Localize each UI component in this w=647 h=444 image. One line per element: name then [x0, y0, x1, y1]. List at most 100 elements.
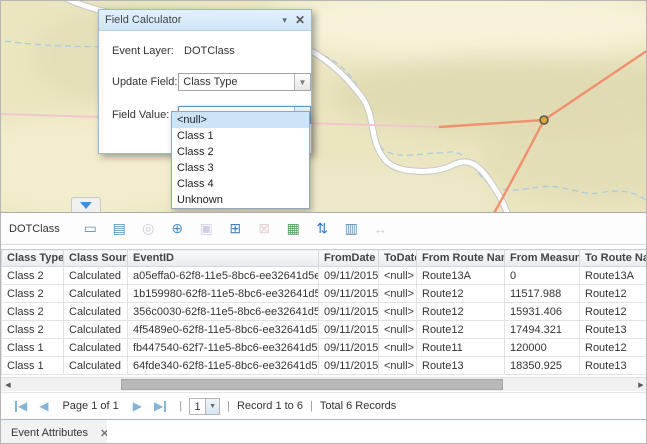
- table-cell: Route13: [417, 357, 505, 375]
- collapse-table-button[interactable]: [71, 197, 101, 212]
- event-point-marker[interactable]: [540, 116, 548, 124]
- event-layer-value: DOTClass: [182, 45, 235, 57]
- app-window: Field Calculator ▾ ✕ Event Layer: DOTCla…: [0, 0, 647, 444]
- table-cell: 356c0030-62f8-11e5-8bc6-ee32641d5ec9: [128, 303, 319, 321]
- pan-to-selected-icon[interactable]: ⊕: [169, 220, 186, 237]
- dialog-title: Field Calculator: [105, 14, 282, 26]
- table-cell: Route11: [417, 339, 505, 357]
- table-cell: 15931.406: [505, 303, 580, 321]
- update-field-value: Class Type: [179, 76, 294, 88]
- field-calculator-icon[interactable]: ⊞: [227, 220, 244, 237]
- table-cell: <null>: [379, 303, 417, 321]
- attribute-form-icon[interactable]: ▥: [343, 220, 360, 237]
- table-row[interactable]: Class 2Calculated356c0030-62f8-11e5-8bc6…: [2, 303, 647, 321]
- previous-page-button[interactable]: ◀: [39, 399, 48, 413]
- table-cell: 17494.321: [505, 321, 580, 339]
- table-body: Class 2Calculateda05effa0-62f8-11e5-8bc6…: [2, 267, 647, 375]
- save-icon: ▣: [198, 220, 215, 237]
- scroll-left-icon[interactable]: ◀: [1, 378, 15, 391]
- update-field-dropdown-button[interactable]: ▼: [294, 74, 310, 90]
- tab-event-attributes[interactable]: Event Attributes ✕: [1, 419, 120, 444]
- horizontal-scrollbar[interactable]: ◀ ▶: [1, 377, 647, 391]
- table-cell: <null>: [379, 285, 417, 303]
- event-layer-label: Event Layer:: [112, 45, 182, 57]
- table-cell: Route12: [580, 339, 647, 357]
- separator: |: [310, 400, 313, 412]
- table-row[interactable]: Class 2Calculated1b159980-62f8-11e5-8bc6…: [2, 285, 647, 303]
- dialog-menu-caret-icon[interactable]: ▾: [282, 15, 287, 26]
- column-header[interactable]: From Measure: [505, 250, 580, 267]
- table-cell: 64fde340-62f8-11e5-8bc6-ee32641d5ec9: [128, 357, 319, 375]
- dropdown-option[interactable]: Class 3: [172, 160, 309, 176]
- table-cell: <null>: [379, 321, 417, 339]
- table-cell: a05effa0-62f8-11e5-8bc6-ee32641d5ec9: [128, 267, 319, 285]
- column-header[interactable]: Class Type: [2, 250, 64, 267]
- select-features-icon[interactable]: ▭: [82, 220, 99, 237]
- table-cell: Calculated: [64, 285, 128, 303]
- table-cell: 11517.988: [505, 285, 580, 303]
- dropdown-option[interactable]: Class 2: [172, 144, 309, 160]
- update-field-label: Update Field:: [112, 76, 178, 88]
- dropdown-option[interactable]: Class 4: [172, 176, 309, 192]
- column-width-icon: ↔: [372, 220, 389, 237]
- table-cell: Calculated: [64, 339, 128, 357]
- table-cell: Class 2: [2, 321, 64, 339]
- scroll-right-icon[interactable]: ▶: [634, 378, 647, 391]
- sort-icon[interactable]: ⇅: [314, 220, 331, 237]
- column-header[interactable]: EventID: [128, 250, 319, 267]
- show-selected-records-icon[interactable]: ▤: [111, 220, 128, 237]
- table-cell: 09/11/2015: [319, 285, 379, 303]
- table-cell: 09/11/2015: [319, 357, 379, 375]
- table-cell: Route12: [580, 285, 647, 303]
- page-number-dropdown-button[interactable]: ▼: [205, 399, 219, 414]
- dialog-close-icon[interactable]: ✕: [295, 13, 305, 27]
- column-header[interactable]: Class Source: [64, 250, 128, 267]
- table-cell: 4f5489e0-62f8-11e5-8bc6-ee32641d5ec9: [128, 321, 319, 339]
- column-header[interactable]: ToDate: [379, 250, 417, 267]
- first-page-button[interactable]: ◀: [15, 399, 27, 413]
- dropdown-option[interactable]: <null>: [172, 112, 309, 128]
- pagination-bar: ◀ ◀ Page 1 of 1 ▶ ▶ | 1 ▼ | Record 1 to …: [1, 392, 647, 419]
- column-header[interactable]: FromDate: [319, 250, 379, 267]
- separator: |: [179, 400, 182, 412]
- table-cell: Route12: [417, 303, 505, 321]
- table-row[interactable]: Class 1Calculated64fde340-62f8-11e5-8bc6…: [2, 357, 647, 375]
- field-value-label: Field Value:: [112, 109, 178, 121]
- table-cell: Route13A: [417, 267, 505, 285]
- clear-selection-icon: ⊠: [256, 220, 273, 237]
- table-cell: Route13A: [580, 267, 647, 285]
- table-row[interactable]: Class 2Calculated4f5489e0-62f8-11e5-8bc6…: [2, 321, 647, 339]
- column-header[interactable]: From Route Name: [417, 250, 505, 267]
- attribute-grid: Class TypeClass SourceEventIDFromDateToD…: [1, 249, 647, 375]
- last-page-button[interactable]: ▶: [154, 399, 166, 413]
- tab-label: Event Attributes: [11, 427, 88, 439]
- first-page-icon: [15, 401, 17, 412]
- column-header[interactable]: To Route Name: [580, 250, 647, 267]
- table-cell: 09/11/2015: [319, 339, 379, 357]
- table-cell: Class 1: [2, 357, 64, 375]
- table-cell: <null>: [379, 357, 417, 375]
- table-cell: 18350.925: [505, 357, 580, 375]
- update-field-select[interactable]: Class Type ▼: [178, 73, 311, 91]
- table-cell: Class 2: [2, 303, 64, 321]
- page-number-select[interactable]: 1 ▼: [189, 398, 220, 415]
- scrollbar-thumb[interactable]: [121, 379, 503, 390]
- attribute-table-panel: DOTClass ▭▤◎⊕▣⊞⊠▦⇅▥↔ Class TypeClass Sou…: [1, 212, 647, 444]
- dialog-titlebar[interactable]: Field Calculator ▾ ✕: [99, 10, 311, 31]
- switch-table-icon[interactable]: ▦: [285, 220, 302, 237]
- table-header-row: Class TypeClass SourceEventIDFromDateToD…: [2, 250, 647, 267]
- zoom-to-selected-icon: ◎: [140, 220, 157, 237]
- next-page-button[interactable]: ▶: [133, 399, 142, 413]
- table-cell: 0: [505, 267, 580, 285]
- record-range-label: Record 1 to 6: [237, 400, 303, 412]
- chevron-down-icon: [80, 202, 92, 209]
- separator: |: [227, 400, 230, 412]
- table-row[interactable]: Class 1Calculatedfb447540-62f7-11e5-8bc6…: [2, 339, 647, 357]
- dropdown-option[interactable]: Class 1: [172, 128, 309, 144]
- table-cell: Calculated: [64, 267, 128, 285]
- table-row[interactable]: Class 2Calculateda05effa0-62f8-11e5-8bc6…: [2, 267, 647, 285]
- dropdown-option[interactable]: Unknown: [172, 192, 309, 208]
- bottom-tab-bar: Event Attributes ✕: [1, 419, 647, 444]
- table-cell: <null>: [379, 339, 417, 357]
- table-toolbar: DOTClass ▭▤◎⊕▣⊞⊠▦⇅▥↔: [1, 213, 647, 245]
